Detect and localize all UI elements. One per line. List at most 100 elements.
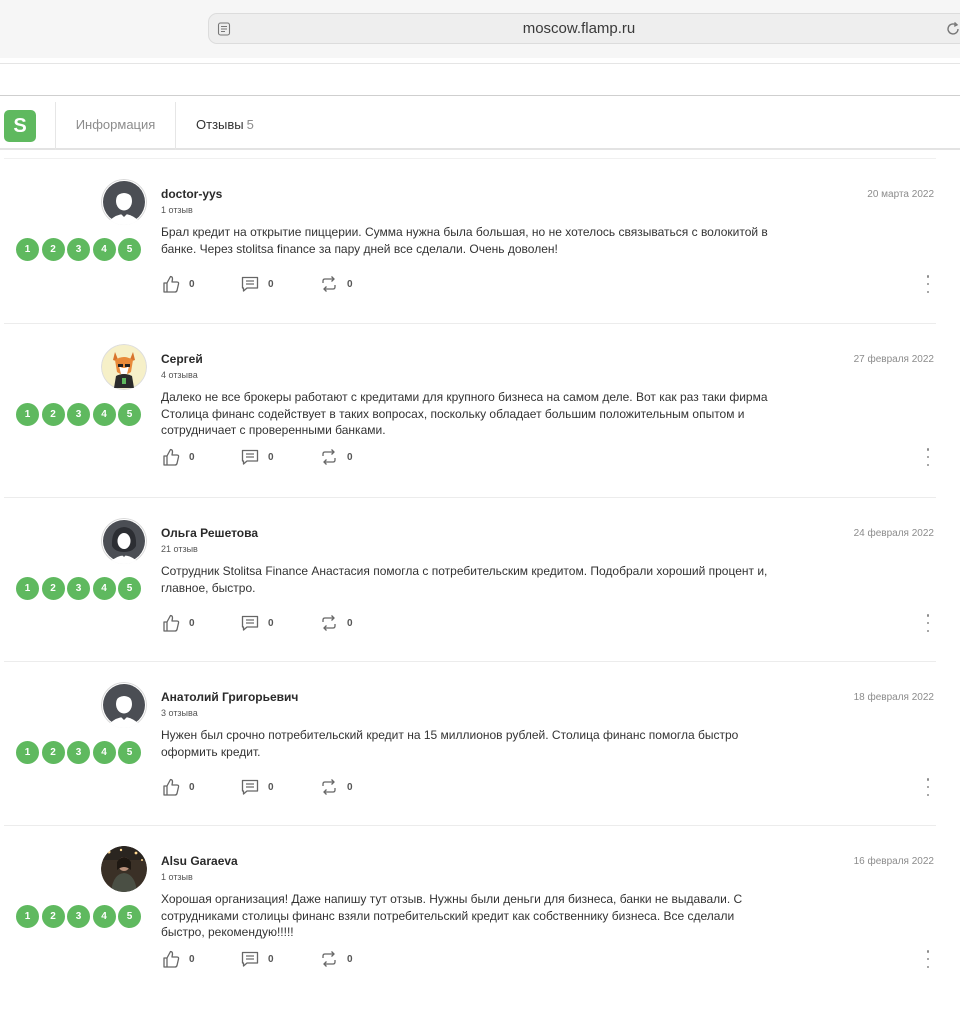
comment-count: 0 <box>268 781 274 793</box>
like-button[interactable]: 0 <box>161 949 195 969</box>
comment-button[interactable]: 0 <box>240 274 274 294</box>
repost-button[interactable]: 0 <box>319 613 353 633</box>
address-bar[interactable]: moscow.flamp.ru <box>208 13 960 44</box>
more-options-icon[interactable] <box>923 950 933 968</box>
like-button[interactable]: 0 <box>161 613 195 633</box>
reviewer-name[interactable]: Анатолий Григорьевич <box>161 690 298 704</box>
company-tabbar: S Информация Отзывы 5 <box>0 102 960 150</box>
comment-icon <box>240 777 260 797</box>
like-count: 0 <box>189 953 195 965</box>
rating-point: 4 <box>90 739 118 766</box>
avatar[interactable] <box>101 682 147 728</box>
url-text: moscow.flamp.ru <box>522 20 636 37</box>
more-options-icon[interactable] <box>923 614 933 632</box>
rating-point: 1 <box>14 575 41 602</box>
rating-point: 3 <box>65 739 92 766</box>
reviewer-name[interactable]: Сергей <box>161 352 203 366</box>
rating-point: 4 <box>90 236 118 263</box>
reviewer-review-count[interactable]: 1 отзыв <box>161 872 193 882</box>
comment-icon <box>240 447 260 467</box>
reviewer-review-count[interactable]: 3 отзыва <box>161 708 198 718</box>
reviewer-review-count[interactable]: 4 отзыва <box>161 370 198 380</box>
like-count: 0 <box>189 781 195 793</box>
avatar[interactable] <box>101 179 147 225</box>
repost-button[interactable]: 0 <box>319 447 353 467</box>
repost-button[interactable]: 0 <box>319 274 353 294</box>
rating-point: 5 <box>116 236 143 263</box>
thumbs-up-icon <box>161 274 181 294</box>
review-date: 27 февраля 2022 <box>853 354 934 365</box>
review-text: Нужен был срочно потребительский кредит … <box>161 728 739 759</box>
like-count: 0 <box>189 278 195 290</box>
tab-reviews-label: Отзывы <box>196 117 244 132</box>
review-item: 1 2 3 4 5 Анатолий Григорьевич 3 отзыва 18 февр… <box>4 661 936 825</box>
comment-count: 0 <box>268 617 274 629</box>
thumbs-up-icon <box>161 447 181 467</box>
repost-icon <box>319 613 339 633</box>
more-options-icon[interactable] <box>923 448 933 466</box>
review-actions: 0 0 0 <box>161 274 461 294</box>
reviewer-name[interactable]: doctor-yys <box>161 187 222 201</box>
repost-icon <box>319 777 339 797</box>
reviewer-name[interactable]: Alsu Garaeva <box>161 854 238 868</box>
rating-point: 4 <box>90 575 118 602</box>
avatar[interactable] <box>101 518 147 564</box>
review-item: 1 2 3 4 5 Alsu Garaeva 1 отзыв 16 февраля 2022 Х… <box>4 825 936 1015</box>
rating-scale: 12345 <box>14 739 143 766</box>
repost-button[interactable]: 0 <box>319 949 353 969</box>
review-text: Брал кредит на открытие пиццерии. Сумма … <box>161 225 768 256</box>
reviewer-name[interactable]: Ольга Решетова <box>161 526 258 540</box>
like-button[interactable]: 0 <box>161 447 195 467</box>
comment-button[interactable]: 0 <box>240 613 274 633</box>
tab-information[interactable]: Информация <box>56 102 175 150</box>
rating-scale: 12345 <box>14 236 143 263</box>
comment-button[interactable]: 0 <box>240 949 274 969</box>
review-item: 1 2 3 4 5 doctor-yys 1 отзыв 20 марта 2022 Брал … <box>4 158 936 323</box>
review-item: 1 2 3 4 5 Ольга Решетова 21 отзыв 24 февраля 20… <box>4 497 936 661</box>
tab-reviews-count: 5 <box>246 117 254 132</box>
rating-point: 1 <box>14 903 41 930</box>
reviewer-review-count[interactable]: 21 отзыв <box>161 544 198 554</box>
rating-scale: 12345 <box>14 903 143 930</box>
more-options-icon[interactable] <box>923 275 933 293</box>
like-button[interactable]: 0 <box>161 777 195 797</box>
comment-count: 0 <box>268 953 274 965</box>
comment-icon <box>240 949 260 969</box>
reload-icon[interactable] <box>945 21 960 37</box>
rating-point: 2 <box>39 236 67 263</box>
rating-scale: 12345 <box>14 401 143 428</box>
more-options-icon[interactable] <box>923 778 933 796</box>
review-actions: 0 0 0 <box>161 613 461 633</box>
comment-button[interactable]: 0 <box>240 777 274 797</box>
repost-button[interactable]: 0 <box>319 777 353 797</box>
company-logo[interactable]: S <box>4 110 36 142</box>
like-button[interactable]: 0 <box>161 274 195 294</box>
repost-icon <box>319 949 339 969</box>
repost-count: 0 <box>347 781 353 793</box>
review-item: 1 2 3 4 5 Сергей 4 отзыва 27 февраля 2022 Далеко… <box>4 323 936 497</box>
divider <box>0 95 960 96</box>
avatar[interactable] <box>101 344 147 390</box>
rating-point: 3 <box>65 903 92 930</box>
review-actions: 0 0 0 <box>161 447 461 467</box>
browser-toolbar: moscow.flamp.ru <box>0 0 960 58</box>
repost-count: 0 <box>347 278 353 290</box>
thumbs-up-icon <box>161 777 181 797</box>
divider <box>0 63 960 64</box>
rating-point: 1 <box>14 739 41 766</box>
tab-reviews[interactable]: Отзывы 5 <box>196 102 254 150</box>
rating-point: 5 <box>116 903 143 930</box>
thumbs-up-icon <box>161 949 181 969</box>
rating-point: 2 <box>39 903 67 930</box>
rating-point: 3 <box>65 401 92 428</box>
divider <box>175 102 176 150</box>
comment-count: 0 <box>268 278 274 290</box>
review-text: Далеко не все брокеры работают с кредита… <box>161 390 768 437</box>
review-date: 24 февраля 2022 <box>853 528 934 539</box>
avatar[interactable] <box>101 846 147 892</box>
comment-button[interactable]: 0 <box>240 447 274 467</box>
rating-point: 1 <box>14 401 41 428</box>
review-date: 20 марта 2022 <box>867 189 934 200</box>
thumbs-up-icon <box>161 613 181 633</box>
reviewer-review-count[interactable]: 1 отзыв <box>161 205 193 215</box>
